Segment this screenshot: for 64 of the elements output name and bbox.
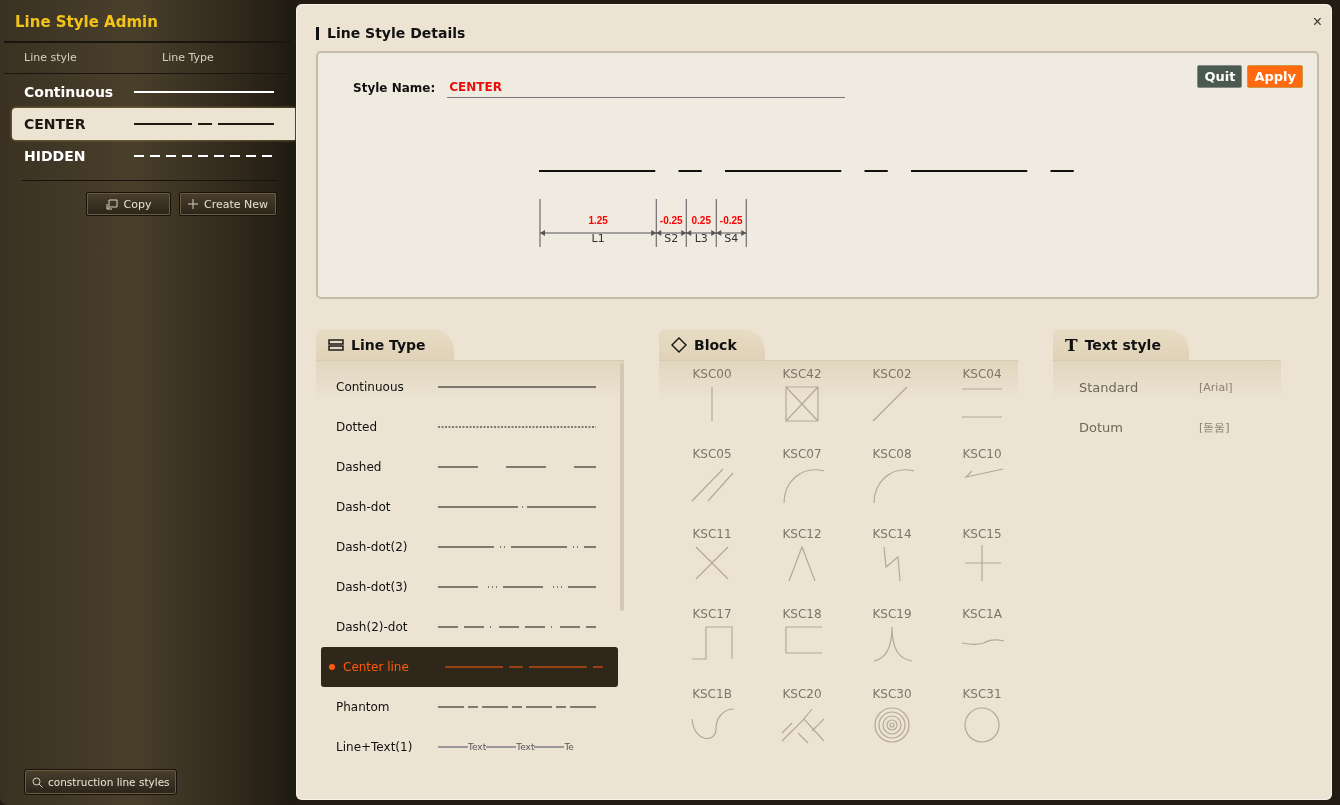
line-type-item[interactable]: Dashed — [316, 447, 618, 487]
segment-label: L1 — [591, 232, 605, 246]
block-name: KSC17 — [692, 607, 732, 621]
line-type-item[interactable]: Phantom — [316, 687, 618, 727]
line-type-item[interactable]: Center line — [321, 647, 618, 687]
block-name: KSC14 — [872, 527, 912, 541]
line-type-item[interactable]: Dotted — [316, 407, 618, 447]
block-name: KSC10 — [962, 447, 1002, 461]
block-name: KSC07 — [782, 447, 822, 461]
line-type-item[interactable]: Line+Text(1) Text Text Te — [316, 727, 618, 767]
column-header: Line Type — [162, 51, 214, 64]
app-title: Line Style Admin — [14, 12, 159, 33]
block-name: KSC15 — [962, 527, 1002, 541]
sample-text: Text — [516, 742, 535, 752]
segment-label: S4 — [724, 232, 739, 246]
text-style-item[interactable]: Dotum [돋움] — [1053, 407, 1281, 447]
block-name: KSC04 — [962, 367, 1002, 381]
text-style-icon: T — [1065, 334, 1078, 355]
block-name: KSC19 — [872, 607, 912, 621]
line-type-item[interactable]: Dash-dot(3) — [316, 567, 618, 607]
line-type-item[interactable]: Continuous — [316, 367, 618, 407]
bullet-icon — [329, 664, 335, 670]
block-name: KSC12 — [782, 527, 822, 541]
sample-text: Text — [468, 742, 487, 752]
scrollbar[interactable] — [620, 363, 624, 611]
section-title: Line Style Details — [327, 25, 466, 41]
copy-icon — [105, 198, 118, 210]
line-style-item[interactable]: Continuous — [12, 76, 295, 108]
text-style-item[interactable]: Standard [Arial] — [1053, 367, 1281, 407]
block-name: KSC30 — [872, 687, 912, 701]
style-name-field[interactable]: CENTER — [447, 78, 846, 98]
block-name: KSC11 — [692, 527, 732, 541]
block-name: KSC42 — [782, 367, 822, 381]
search-field[interactable]: construction line styles — [24, 769, 177, 795]
plus-icon — [187, 199, 198, 209]
copy-button[interactable]: Copy — [85, 192, 171, 216]
create-new-button[interactable]: Create New — [178, 192, 277, 216]
panel-tab[interactable]: T Text style — [1053, 329, 1189, 360]
line-style-item[interactable]: HIDDEN — [12, 140, 295, 172]
segment-label: L3 — [694, 232, 708, 246]
block-name: KSC31 — [962, 687, 1002, 701]
block-name: KSC1B — [692, 687, 732, 701]
block-name: KSC05 — [692, 447, 732, 461]
line-type-item[interactable]: Dash-dot(2) — [316, 527, 618, 567]
block-name: KSC20 — [782, 687, 822, 701]
search-icon — [32, 776, 43, 788]
block-name: KSC08 — [872, 447, 912, 461]
line-type-item[interactable]: Dash(2)-dot — [316, 607, 618, 647]
list-icon — [328, 338, 344, 351]
segment-label: S2 — [664, 232, 679, 246]
line-type-item[interactable]: Dash-dot — [316, 487, 618, 527]
sample-text: Te — [564, 742, 574, 752]
diamond-icon — [671, 336, 687, 353]
block-name: KSC18 — [782, 607, 822, 621]
block-name: KSC02 — [872, 367, 912, 381]
block-name: KSC00 — [692, 367, 732, 381]
column-header: Line style — [23, 51, 78, 64]
block-name: KSC1A — [962, 607, 1002, 621]
quit-button[interactable]: Quit — [1197, 65, 1243, 88]
field-label: Style Name: — [353, 81, 436, 95]
panel-tab[interactable]: Line Type — [316, 329, 454, 360]
line-style-item[interactable]: CENTER — [12, 108, 295, 140]
close-button[interactable]: × — [1312, 14, 1322, 30]
panel-tab[interactable]: Block — [659, 329, 765, 360]
